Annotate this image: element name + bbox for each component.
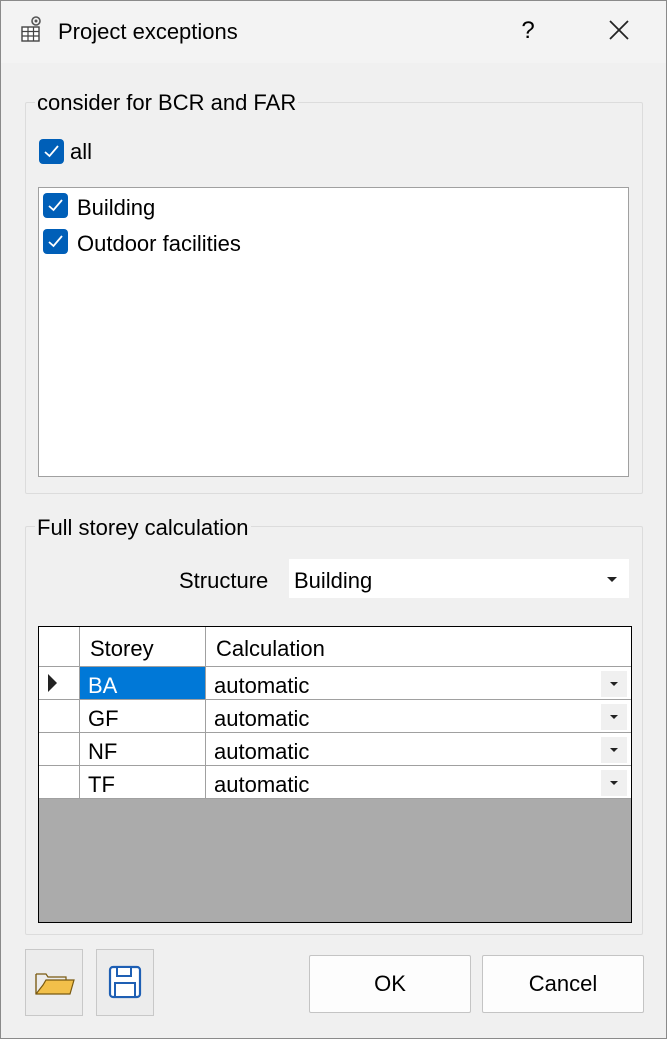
table-row[interactable]: GF automatic — [39, 700, 631, 733]
calculation-cell[interactable]: automatic — [206, 733, 631, 765]
save-button[interactable] — [96, 949, 154, 1016]
all-checkbox[interactable] — [39, 139, 64, 164]
cancel-button[interactable]: Cancel — [482, 955, 644, 1013]
full-storey-group-legend: Full storey calculation — [35, 515, 251, 541]
project-exceptions-dialog: Project exceptions ? consider for BCR an… — [0, 0, 667, 1039]
storey-cell[interactable]: BA — [80, 667, 206, 699]
structure-checklist[interactable]: Building Outdoor facilities — [38, 187, 629, 477]
table-row[interactable]: BA automatic — [39, 667, 631, 700]
outdoor-facilities-label: Outdoor facilities — [77, 231, 241, 256]
open-folder-icon — [26, 973, 82, 1019]
dropdown-arrow-icon[interactable] — [601, 737, 627, 763]
dropdown-arrow-icon[interactable] — [601, 704, 627, 730]
storey-cell[interactable]: TF — [80, 766, 206, 798]
bcr-far-group-legend: consider for BCR and FAR — [35, 90, 299, 116]
structure-label: Structure — [179, 568, 269, 593]
save-icon — [97, 965, 153, 1019]
row-header[interactable] — [39, 700, 80, 732]
close-button[interactable] — [596, 11, 642, 51]
window-title: Project exceptions — [58, 19, 238, 44]
close-icon — [596, 20, 642, 55]
dropdown-arrow-icon[interactable] — [595, 559, 629, 598]
ok-button[interactable]: OK — [309, 955, 471, 1013]
row-header[interactable] — [39, 733, 80, 765]
building-checkbox[interactable] — [43, 193, 68, 218]
dropdown-arrow-icon[interactable] — [601, 671, 627, 697]
grid-header: Storey Calculation — [39, 627, 631, 667]
calculation-value: automatic — [214, 706, 310, 731]
calculation-cell[interactable]: automatic — [206, 667, 631, 699]
row-header-corner — [39, 627, 80, 666]
table-row[interactable]: NF automatic — [39, 733, 631, 766]
calculation-value: automatic — [214, 739, 310, 764]
calculation-cell[interactable]: automatic — [206, 766, 631, 798]
calculation-cell[interactable]: automatic — [206, 700, 631, 732]
storey-cell[interactable]: NF — [80, 733, 206, 765]
building-label: Building — [77, 195, 156, 220]
storey-cell[interactable]: GF — [80, 700, 206, 732]
calculation-value: automatic — [214, 772, 310, 797]
dropdown-arrow-icon[interactable] — [601, 770, 627, 796]
outdoor-facilities-checkbox[interactable] — [43, 229, 68, 254]
column-header-calculation[interactable]: Calculation — [206, 627, 631, 666]
structure-combobox[interactable]: Building — [289, 559, 629, 598]
structure-value: Building — [294, 568, 373, 593]
column-header-storey[interactable]: Storey — [80, 627, 206, 666]
table-row[interactable]: TF automatic — [39, 766, 631, 799]
settings-table-icon — [21, 15, 43, 43]
storey-grid: Storey Calculation BA automatic GF autom… — [38, 626, 632, 923]
row-header[interactable] — [39, 667, 80, 699]
open-button[interactable] — [25, 949, 83, 1016]
help-button[interactable]: ? — [506, 11, 550, 51]
calculation-value: automatic — [214, 673, 310, 698]
row-header[interactable] — [39, 766, 80, 798]
all-label: all — [70, 139, 93, 164]
title-bar: Project exceptions ? — [1, 1, 666, 63]
